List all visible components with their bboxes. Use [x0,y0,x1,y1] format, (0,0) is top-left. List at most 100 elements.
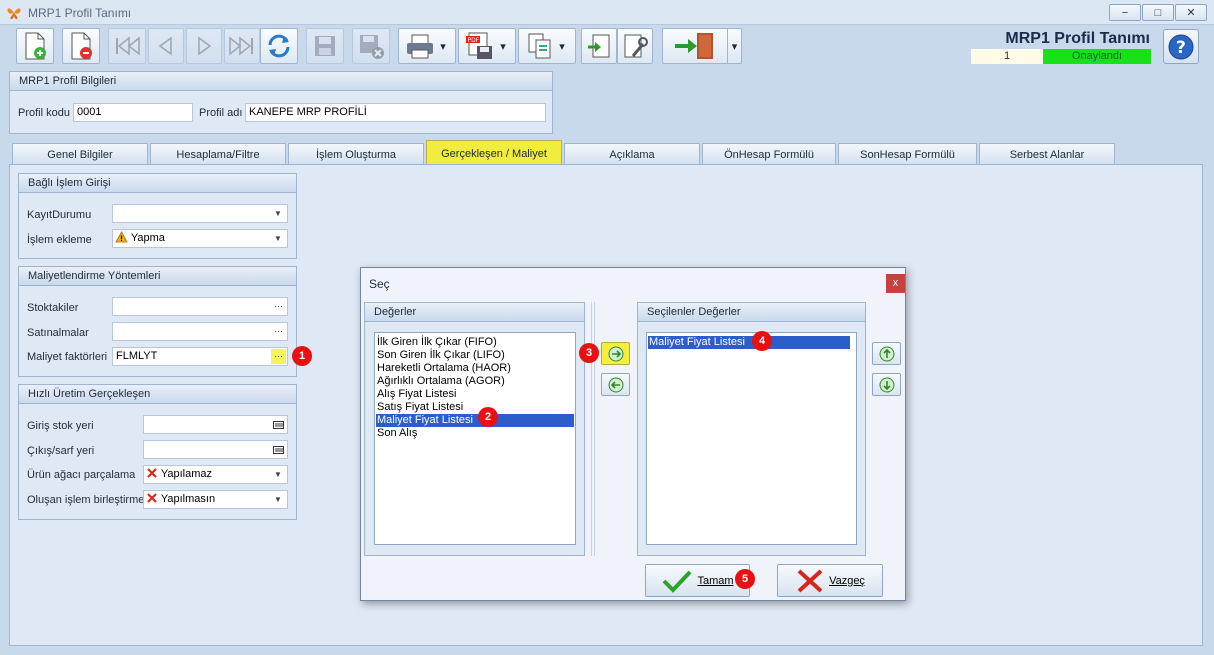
values-listbox[interactable]: İlk Giren İlk Çıkar (FIFO) Son Giren İlk… [374,332,576,545]
stocktakes-label: Stoktakiler [27,302,79,314]
ellipsis-icon[interactable]: ··· [271,349,286,364]
help-button[interactable]: ? [1163,29,1199,64]
import-icon [588,34,610,58]
window-title: MRP1 Profil Tanımı [28,6,132,20]
list-item[interactable]: Satış Fiyat Listesi [376,401,463,414]
costing-methods-title: Maliyetlendirme Yöntemleri [19,267,296,286]
next-record-button[interactable] [186,28,222,64]
next-record-icon [198,36,212,56]
list-item[interactable]: Alış Fiyat Listesi [376,388,456,401]
list-item[interactable]: Hareketli Ortalama (HAOR) [376,362,511,375]
list-item-selected[interactable]: Maliyet Fiyat Listesi [648,336,850,349]
stocktakes-field[interactable]: ··· [112,297,288,316]
add-selected-button[interactable] [601,342,630,365]
step-badge-5: 5 [735,569,755,589]
ellipsis-icon[interactable]: ··· [271,299,286,314]
tab-actual-cost[interactable]: Gerçekleşen / Maliyet [426,140,562,165]
tab-calculation-filter[interactable]: Hesaplama/Filtre [150,143,286,164]
step-badge-2: 2 [478,407,498,427]
last-record-button[interactable] [224,28,260,64]
maximize-button[interactable]: □ [1142,4,1174,21]
entry-stock-label: Giriş stok yeri [27,420,94,432]
barcode-icon[interactable] [271,417,286,432]
merge-label: Oluşan işlem birleştirme [27,494,145,506]
import-button[interactable] [581,28,617,64]
list-item[interactable]: Son Alış [376,427,417,440]
costing-methods-group: Maliyetlendirme Yöntemleri Stoktakiler ·… [18,266,297,377]
cancel-button[interactable]: Vazgeç [777,564,883,597]
minimize-button[interactable]: − [1109,4,1141,21]
profile-name-field[interactable]: KANEPE MRP PROFİLİ [245,103,546,122]
merge-combo[interactable]: Yapılmasın ▼ [143,490,288,509]
copy-icon [528,33,551,59]
ok-button-label: Tamam [697,574,734,587]
tab-post-formula[interactable]: SonHesap Formülü [838,143,977,164]
purchases-field[interactable]: ··· [112,322,288,341]
chevron-down-icon: ▼ [274,209,282,218]
warning-icon [115,231,128,243]
tab-free-fields[interactable]: Serbest Alanlar [979,143,1115,164]
page-title: MRP1 Profil Tanımı [1005,30,1150,47]
add-operation-label: İşlem ekleme [27,234,92,246]
exit-stock-field[interactable] [143,440,288,459]
tab-operation-creation[interactable]: İşlem Oluşturma [288,143,424,164]
move-up-button[interactable] [872,342,901,365]
remove-selected-button[interactable] [601,373,630,396]
record-status-combo[interactable]: ▼ [112,204,288,223]
copy-button[interactable]: ▾ [518,28,576,64]
exit-stock-label: Çıkış/sarf yeri [27,445,95,457]
selected-values-listbox[interactable]: Maliyet Fiyat Listesi [646,332,857,545]
record-number: 1 [971,49,1043,64]
last-record-icon [229,36,253,56]
new-document-icon [25,32,46,60]
tab-description[interactable]: Açıklama [564,143,700,164]
profile-info-group: MRP1 Profil Bilgileri Profil kodu 0001 P… [9,71,553,134]
cost-factors-value: FLMLYT [116,350,158,362]
save-cancel-icon [360,35,384,59]
save-button[interactable] [306,28,344,64]
list-item[interactable]: Son Giren İlk Çıkar (LIFO) [376,349,505,362]
ellipsis-icon[interactable]: ··· [271,324,286,339]
window-close-button[interactable]: ✕ [1175,4,1207,21]
butterfly-logo-icon [7,8,21,20]
first-record-button[interactable] [108,28,146,64]
chevron-down-icon: ▼ [274,470,282,479]
add-operation-combo[interactable]: Yapma ▼ [112,229,288,248]
help-icon: ? [1168,34,1194,59]
previous-record-button[interactable] [148,28,184,64]
settings-button[interactable] [617,28,653,64]
entry-stock-field[interactable] [143,415,288,434]
list-item[interactable]: Ağırlıklı Ortalama (AGOR) [376,375,505,388]
bom-split-combo[interactable]: Yapılamaz ▼ [143,465,288,484]
step-badge-3: 3 [579,343,599,363]
selected-values-title: Seçilenler Değerler [638,303,865,322]
splitter[interactable] [591,302,595,556]
tab-general[interactable]: Genel Bilgiler [12,143,148,164]
profile-code-field[interactable]: 0001 [73,103,193,122]
pdf-export-button[interactable]: PDF ▾ [458,28,516,64]
fast-production-title: Hızlı Üretim Gerçekleşen [19,385,296,404]
new-record-button[interactable] [16,28,54,64]
arrow-down-icon [879,377,894,392]
svg-text:PDF: PDF [468,37,480,44]
barcode-icon[interactable] [271,442,286,457]
chevron-down-icon: ▼ [274,234,282,243]
status-badge: Onaylandı [1043,49,1151,64]
list-item-selected[interactable]: Maliyet Fiyat Listesi [376,414,574,427]
exit-button[interactable]: ▾ [662,28,742,64]
refresh-button[interactable] [260,28,298,64]
dialog-close-button[interactable]: x [886,274,905,293]
delete-record-button[interactable] [62,28,100,64]
move-down-button[interactable] [872,373,901,396]
list-item[interactable]: İlk Giren İlk Çıkar (FIFO) [376,336,497,349]
exit-icon [675,33,713,59]
save-icon [315,36,335,56]
print-button[interactable]: ▾ [398,28,456,64]
cost-factors-field[interactable]: FLMLYT ··· [112,347,288,366]
tab-pre-formula[interactable]: ÖnHesap Formülü [702,143,836,164]
cancel-x-icon [797,569,823,592]
first-record-icon [116,36,140,56]
save-cancel-button[interactable] [352,28,390,64]
fast-production-group: Hızlı Üretim Gerçekleşen Giriş stok yeri… [18,384,297,520]
values-title: Değerler [365,303,584,322]
